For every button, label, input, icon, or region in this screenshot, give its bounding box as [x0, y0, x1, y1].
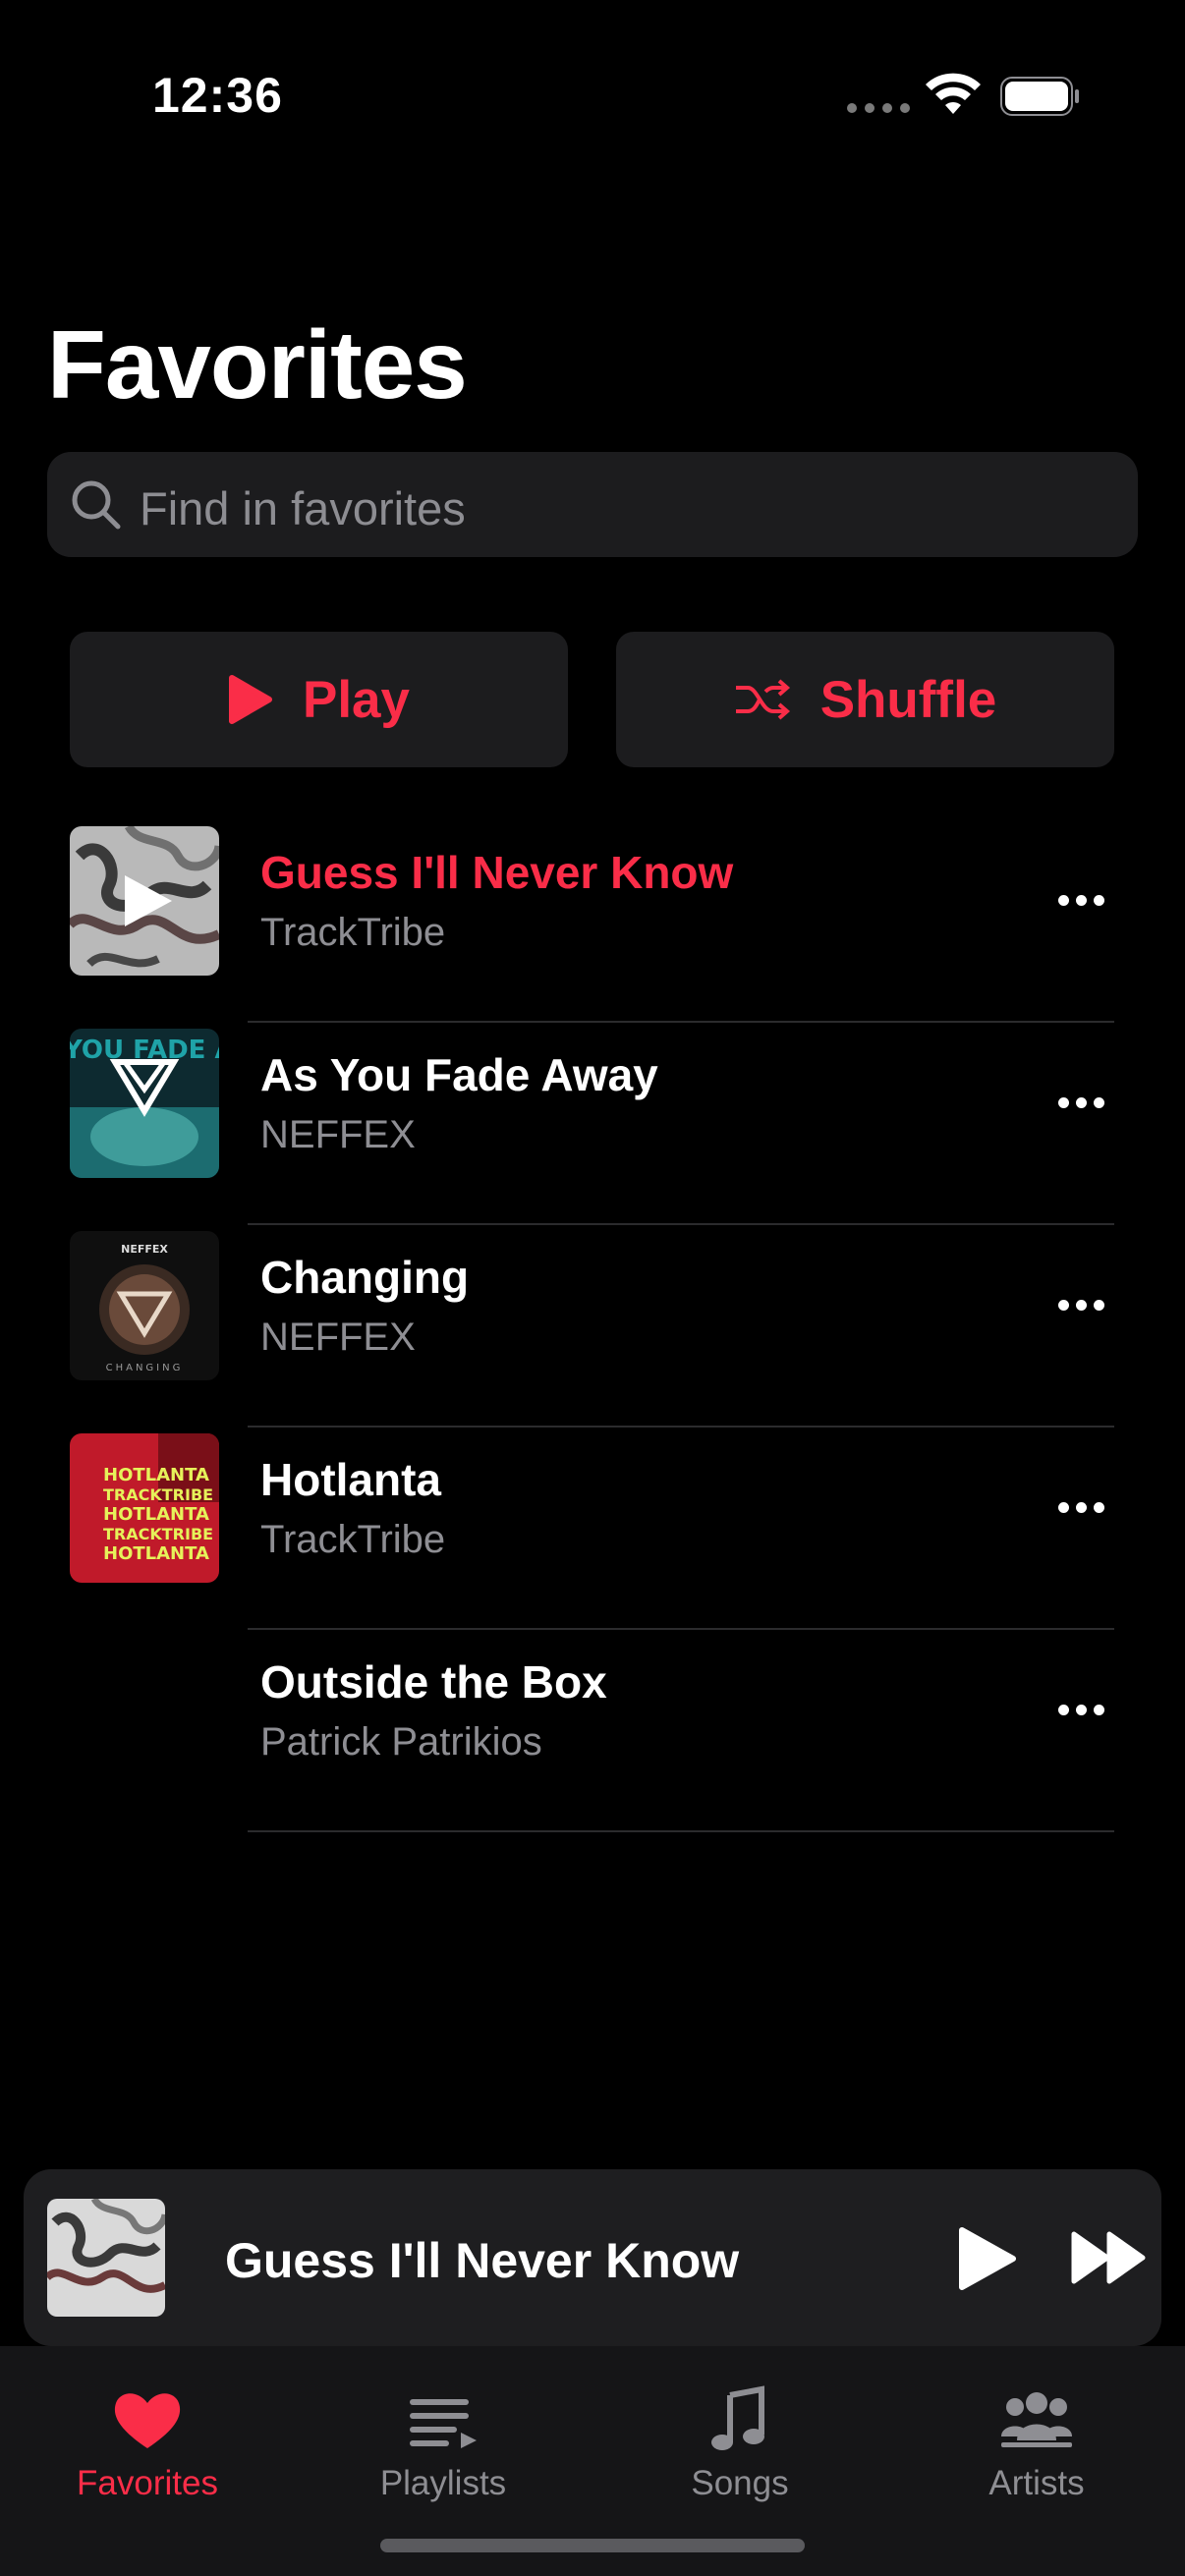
album-art-text: TRACKTRIBE [103, 1525, 213, 1543]
song-title: Guess I'll Never Know [260, 847, 734, 898]
play-icon [228, 675, 272, 724]
song-artist: Patrick Patrikios [260, 1720, 542, 1764]
fast-forward-icon[interactable] [1070, 2228, 1149, 2287]
song-list: Guess I'll Never Know TrackTribe YOU FAD… [0, 820, 1185, 1832]
song-artist: NEFFEX [260, 1316, 416, 1359]
song-artist: NEFFEX [260, 1113, 416, 1156]
song-row[interactable]: HOTLANTA TRACKTRIBE HOTLANTA TRACKTRIBE … [0, 1428, 1185, 1630]
playlist-icon [410, 2399, 477, 2448]
album-art-text: HOTLANTA [103, 1543, 209, 1564]
mini-player-album-art [47, 2199, 165, 2317]
cellular-signal-icon [847, 103, 910, 113]
album-art-text: TRACKTRIBE [103, 1485, 213, 1504]
tab-label: Playlists [379, 2464, 507, 2502]
wifi-icon [926, 73, 981, 114]
status-time: 12:36 [152, 68, 283, 123]
shuffle-button[interactable]: Shuffle [616, 632, 1114, 767]
more-options-icon[interactable] [1051, 1695, 1110, 1724]
tab-artists[interactable]: Artists [929, 2385, 1145, 2503]
album-art: HOTLANTA TRACKTRIBE HOTLANTA TRACKTRIBE … [70, 1433, 219, 1583]
heart-icon [114, 2393, 181, 2448]
album-art-text: HOTLANTA [103, 1465, 209, 1485]
play-label: Play [302, 670, 411, 729]
status-bar: 12:36 [0, 0, 1185, 196]
album-art-text: HOTLANTA [103, 1504, 209, 1525]
play-icon[interactable] [952, 2224, 1021, 2293]
more-options-icon[interactable] [1051, 1492, 1110, 1522]
tab-label: Songs [691, 2464, 789, 2502]
tab-playlists[interactable]: Playlists [335, 2385, 551, 2503]
more-options-icon[interactable] [1051, 885, 1110, 915]
song-title: Outside the Box [260, 1656, 607, 1708]
play-button[interactable]: Play [70, 632, 568, 767]
search-input[interactable]: Find in favorites [47, 452, 1138, 557]
more-options-icon[interactable] [1051, 1088, 1110, 1117]
song-title: Hotlanta [260, 1454, 441, 1505]
album-art: YOU FADE AWAY [70, 1029, 219, 1178]
album-art-text: NEFFEX [121, 1243, 168, 1256]
tab-label: Artists [988, 2464, 1085, 2502]
album-art: NEFFEX CHANGING [70, 1231, 219, 1380]
tab-label: Favorites [77, 2464, 218, 2502]
home-indicator [380, 2539, 805, 2552]
mini-player[interactable]: Guess I'll Never Know [24, 2169, 1161, 2346]
divider [248, 1830, 1114, 1832]
mini-player-title: Guess I'll Never Know [225, 2233, 740, 2288]
album-art [70, 826, 219, 976]
tab-songs[interactable]: Songs [632, 2385, 848, 2503]
song-row[interactable]: YOU FADE AWAY As You Fade Away NEFFEX [0, 1023, 1185, 1225]
search-placeholder: Find in favorites [140, 482, 466, 534]
page-title: Favorites [47, 310, 468, 419]
more-options-icon[interactable] [1051, 1290, 1110, 1319]
song-row[interactable]: Outside the Box Patrick Patrikios [0, 1630, 1185, 1832]
search-icon [72, 480, 121, 530]
people-icon [1001, 2392, 1072, 2447]
music-note-icon [711, 2385, 764, 2450]
shuffle-label: Shuffle [819, 670, 997, 729]
song-artist: TrackTribe [260, 1518, 446, 1561]
song-title: As You Fade Away [260, 1049, 658, 1100]
tab-favorites[interactable]: Favorites [39, 2385, 255, 2503]
song-row[interactable]: Guess I'll Never Know TrackTribe [0, 820, 1185, 1023]
shuffle-icon [735, 679, 790, 720]
song-title: Changing [260, 1252, 470, 1303]
song-artist: TrackTribe [260, 911, 446, 954]
battery-icon [1000, 77, 1079, 116]
album-art-text: CHANGING [106, 1363, 184, 1373]
song-row[interactable]: NEFFEX CHANGING Changing NEFFEX [0, 1225, 1185, 1428]
